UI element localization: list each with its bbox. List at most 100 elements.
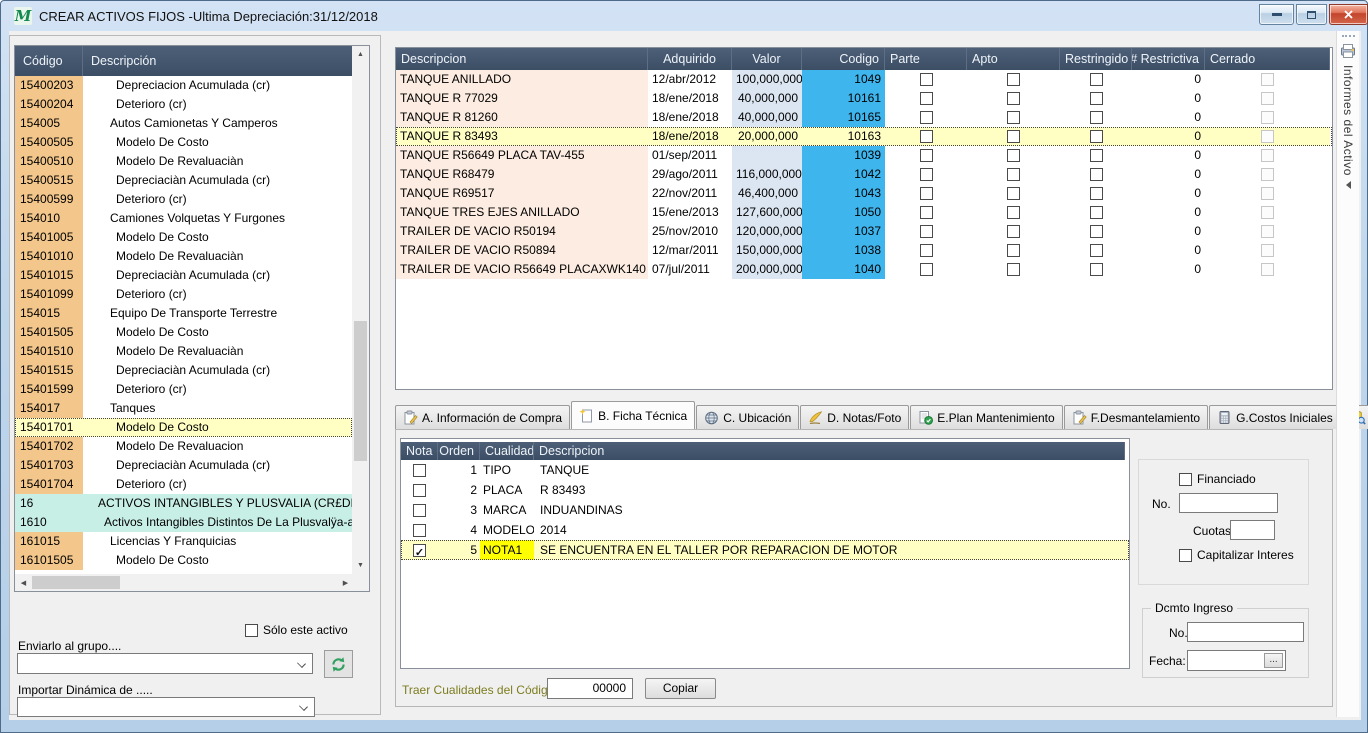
tree-row[interactable]: 16101505Modelo De Costo — [15, 551, 352, 570]
tree-hscroll-thumb[interactable] — [32, 576, 120, 589]
parte-checkbox[interactable] — [920, 92, 933, 105]
restringido-checkbox[interactable] — [1090, 149, 1103, 162]
parte-checkbox[interactable] — [920, 168, 933, 181]
asset-row[interactable]: TANQUE R 8349318/ene/201820,000,00010163… — [396, 127, 1332, 146]
tree-row[interactable]: 154010Camiones Volquetas Y Furgones — [15, 209, 352, 228]
tree-horizontal-scrollbar[interactable]: ◀ ▶ — [15, 574, 354, 591]
tree-row[interactable]: 154005Autos Camionetas Y Camperos — [15, 114, 352, 133]
capitalizar-interes-checkbox[interactable]: Capitalizar Interes — [1179, 548, 1294, 562]
close-button[interactable] — [1329, 4, 1368, 25]
restringido-checkbox[interactable] — [1090, 187, 1103, 200]
parte-checkbox[interactable] — [920, 111, 933, 124]
restringido-checkbox[interactable] — [1090, 263, 1103, 276]
minimize-button[interactable] — [1259, 4, 1294, 25]
capitalizar-checkbox-box[interactable] — [1179, 549, 1192, 562]
quality-row[interactable]: 4MODELO2014 — [401, 520, 1129, 540]
parte-checkbox[interactable] — [920, 149, 933, 162]
tree-row[interactable]: 15400204Deterioro (cr) — [15, 95, 352, 114]
solo-este-activo-checkbox[interactable]: Sólo este activo — [245, 623, 348, 637]
asset-row[interactable]: TANQUE R 7702918/ene/201840,000,00010161… — [396, 89, 1332, 108]
apto-checkbox[interactable] — [1007, 263, 1020, 276]
tree-row[interactable]: 15401099Deterioro (cr) — [15, 285, 352, 304]
parte-checkbox[interactable] — [920, 244, 933, 257]
tree-row[interactable]: 15401005Modelo De Costo — [15, 228, 352, 247]
tab-a-información-de-compra[interactable]: A. Información de Compra — [395, 405, 570, 429]
tree-row[interactable]: 15401599Deterioro (cr) — [15, 380, 352, 399]
tree-row[interactable]: 161015Licencias Y Franquicias — [15, 532, 352, 551]
nota-checkbox[interactable] — [413, 504, 426, 517]
quality-row[interactable]: 3MARCAINDUANDINAS — [401, 500, 1129, 520]
tree-vertical-scrollbar[interactable]: ▲ ▼ — [352, 46, 369, 574]
tree-vscroll-thumb[interactable] — [354, 321, 367, 461]
no-input[interactable] — [1179, 493, 1278, 513]
tab-c-ubicación[interactable]: C. Ubicación — [696, 405, 799, 429]
parte-checkbox[interactable] — [920, 130, 933, 143]
parte-checkbox[interactable] — [920, 206, 933, 219]
tree-row[interactable]: 15401510Modelo De Revaluaciàn — [15, 342, 352, 361]
restringido-checkbox[interactable] — [1090, 206, 1103, 219]
tab-g-costos-iniciales[interactable]: G.Costos Iniciales — [1209, 405, 1341, 429]
tab-b-ficha-técnica[interactable]: B. Ficha Técnica — [571, 401, 695, 429]
apto-checkbox[interactable] — [1007, 130, 1020, 143]
importar-dinamica-combobox[interactable] — [17, 697, 315, 717]
quality-row[interactable]: 5NOTA1SE ENCUENTRA EN EL TALLER POR REPA… — [401, 540, 1129, 560]
tree-row[interactable]: 15401703Depreciaciàn Acumulada (cr) — [15, 456, 352, 475]
asset-row[interactable]: TANQUE ANILLADO12/abr/2012100,000,000104… — [396, 70, 1332, 89]
parte-checkbox[interactable] — [920, 263, 933, 276]
apto-checkbox[interactable] — [1007, 225, 1020, 238]
tree-row[interactable]: 15400505Modelo De Costo — [15, 133, 352, 152]
tree-row[interactable]: 15400599Deterioro (cr) — [15, 190, 352, 209]
titlebar[interactable]: M CREAR ACTIVOS FIJOS -Ultima Depreciaci… — [1, 1, 1367, 31]
restringido-checkbox[interactable] — [1090, 73, 1103, 86]
asset-row[interactable]: TANQUE R56649 PLACA TAV-45501/sep/201110… — [396, 146, 1332, 165]
tree-row[interactable]: 154015Equipo De Transporte Terrestre — [15, 304, 352, 323]
apto-checkbox[interactable] — [1007, 187, 1020, 200]
tree-row[interactable]: 15401015Depreciaciàn Acumulada (cr) — [15, 266, 352, 285]
apto-checkbox[interactable] — [1007, 73, 1020, 86]
asset-row[interactable]: TANQUE TRES EJES ANILLADO15/ene/2013127,… — [396, 203, 1332, 222]
solo-checkbox-box[interactable] — [245, 624, 258, 637]
maximize-button[interactable] — [1296, 4, 1327, 25]
dcmto-no-input[interactable] — [1187, 622, 1304, 642]
financiado-checkbox-box[interactable] — [1179, 473, 1192, 486]
apto-checkbox[interactable] — [1007, 111, 1020, 124]
cuotas-input[interactable] — [1230, 520, 1275, 540]
parte-checkbox[interactable] — [920, 73, 933, 86]
tree-row[interactable]: 15400203Depreciacion Acumulada (cr) — [15, 76, 352, 95]
scroll-down-icon[interactable]: ▼ — [352, 557, 369, 574]
enviarlo-al-grupo-combobox[interactable] — [17, 653, 313, 674]
quality-row[interactable]: 1TIPOTANQUE — [401, 460, 1129, 480]
apto-checkbox[interactable] — [1007, 206, 1020, 219]
restringido-checkbox[interactable] — [1090, 244, 1103, 257]
asset-row[interactable]: TANQUE R6951722/nov/201146,400,00010430 — [396, 184, 1332, 203]
apto-checkbox[interactable] — [1007, 244, 1020, 257]
scroll-up-icon[interactable]: ▲ — [352, 46, 369, 63]
codigo-copy-input[interactable]: 00000 — [547, 678, 633, 699]
tree-row[interactable]: 15401515Depreciaciàn Acumulada (cr) — [15, 361, 352, 380]
parte-checkbox[interactable] — [920, 225, 933, 238]
tree-row[interactable]: 15401010Modelo De Revaluaciàn — [15, 247, 352, 266]
fecha-input[interactable]: ... — [1187, 650, 1286, 671]
nota-checkbox[interactable] — [413, 544, 426, 557]
tab-f-desmantelamiento[interactable]: F.Desmantelamiento — [1064, 405, 1208, 429]
tree-row[interactable]: 15401505Modelo De Costo — [15, 323, 352, 342]
tree-row[interactable]: 1610Activos Intangibles Distintos De La … — [15, 513, 352, 532]
restringido-checkbox[interactable] — [1090, 92, 1103, 105]
nota-checkbox[interactable] — [413, 524, 426, 537]
restringido-checkbox[interactable] — [1090, 130, 1103, 143]
copiar-button[interactable]: Copiar — [645, 678, 716, 699]
asset-row[interactable]: TRAILER DE VACIO R5089412/mar/2011150,00… — [396, 241, 1332, 260]
restringido-checkbox[interactable] — [1090, 168, 1103, 181]
tree-row[interactable]: 15400510Modelo De Revaluaciàn — [15, 152, 352, 171]
tree-row[interactable]: 15400515Depreciaciàn Acumulada (cr) — [15, 171, 352, 190]
asset-row[interactable]: TANQUE R 8126018/ene/201840,000,00010165… — [396, 108, 1332, 127]
nota-checkbox[interactable] — [413, 484, 426, 497]
nota-checkbox[interactable] — [413, 464, 426, 477]
tab-e-plan-mantenimiento[interactable]: E.Plan Mantenimiento — [910, 405, 1062, 429]
tree-row[interactable]: 15401702Modelo De Revaluacion — [15, 437, 352, 456]
quality-row[interactable]: 2PLACAR 83493 — [401, 480, 1129, 500]
tree-row[interactable]: 15401701Modelo De Costo — [15, 418, 352, 437]
tree-row[interactable]: 154017Tanques — [15, 399, 352, 418]
restringido-checkbox[interactable] — [1090, 225, 1103, 238]
fecha-picker-button[interactable]: ... — [1264, 653, 1283, 668]
